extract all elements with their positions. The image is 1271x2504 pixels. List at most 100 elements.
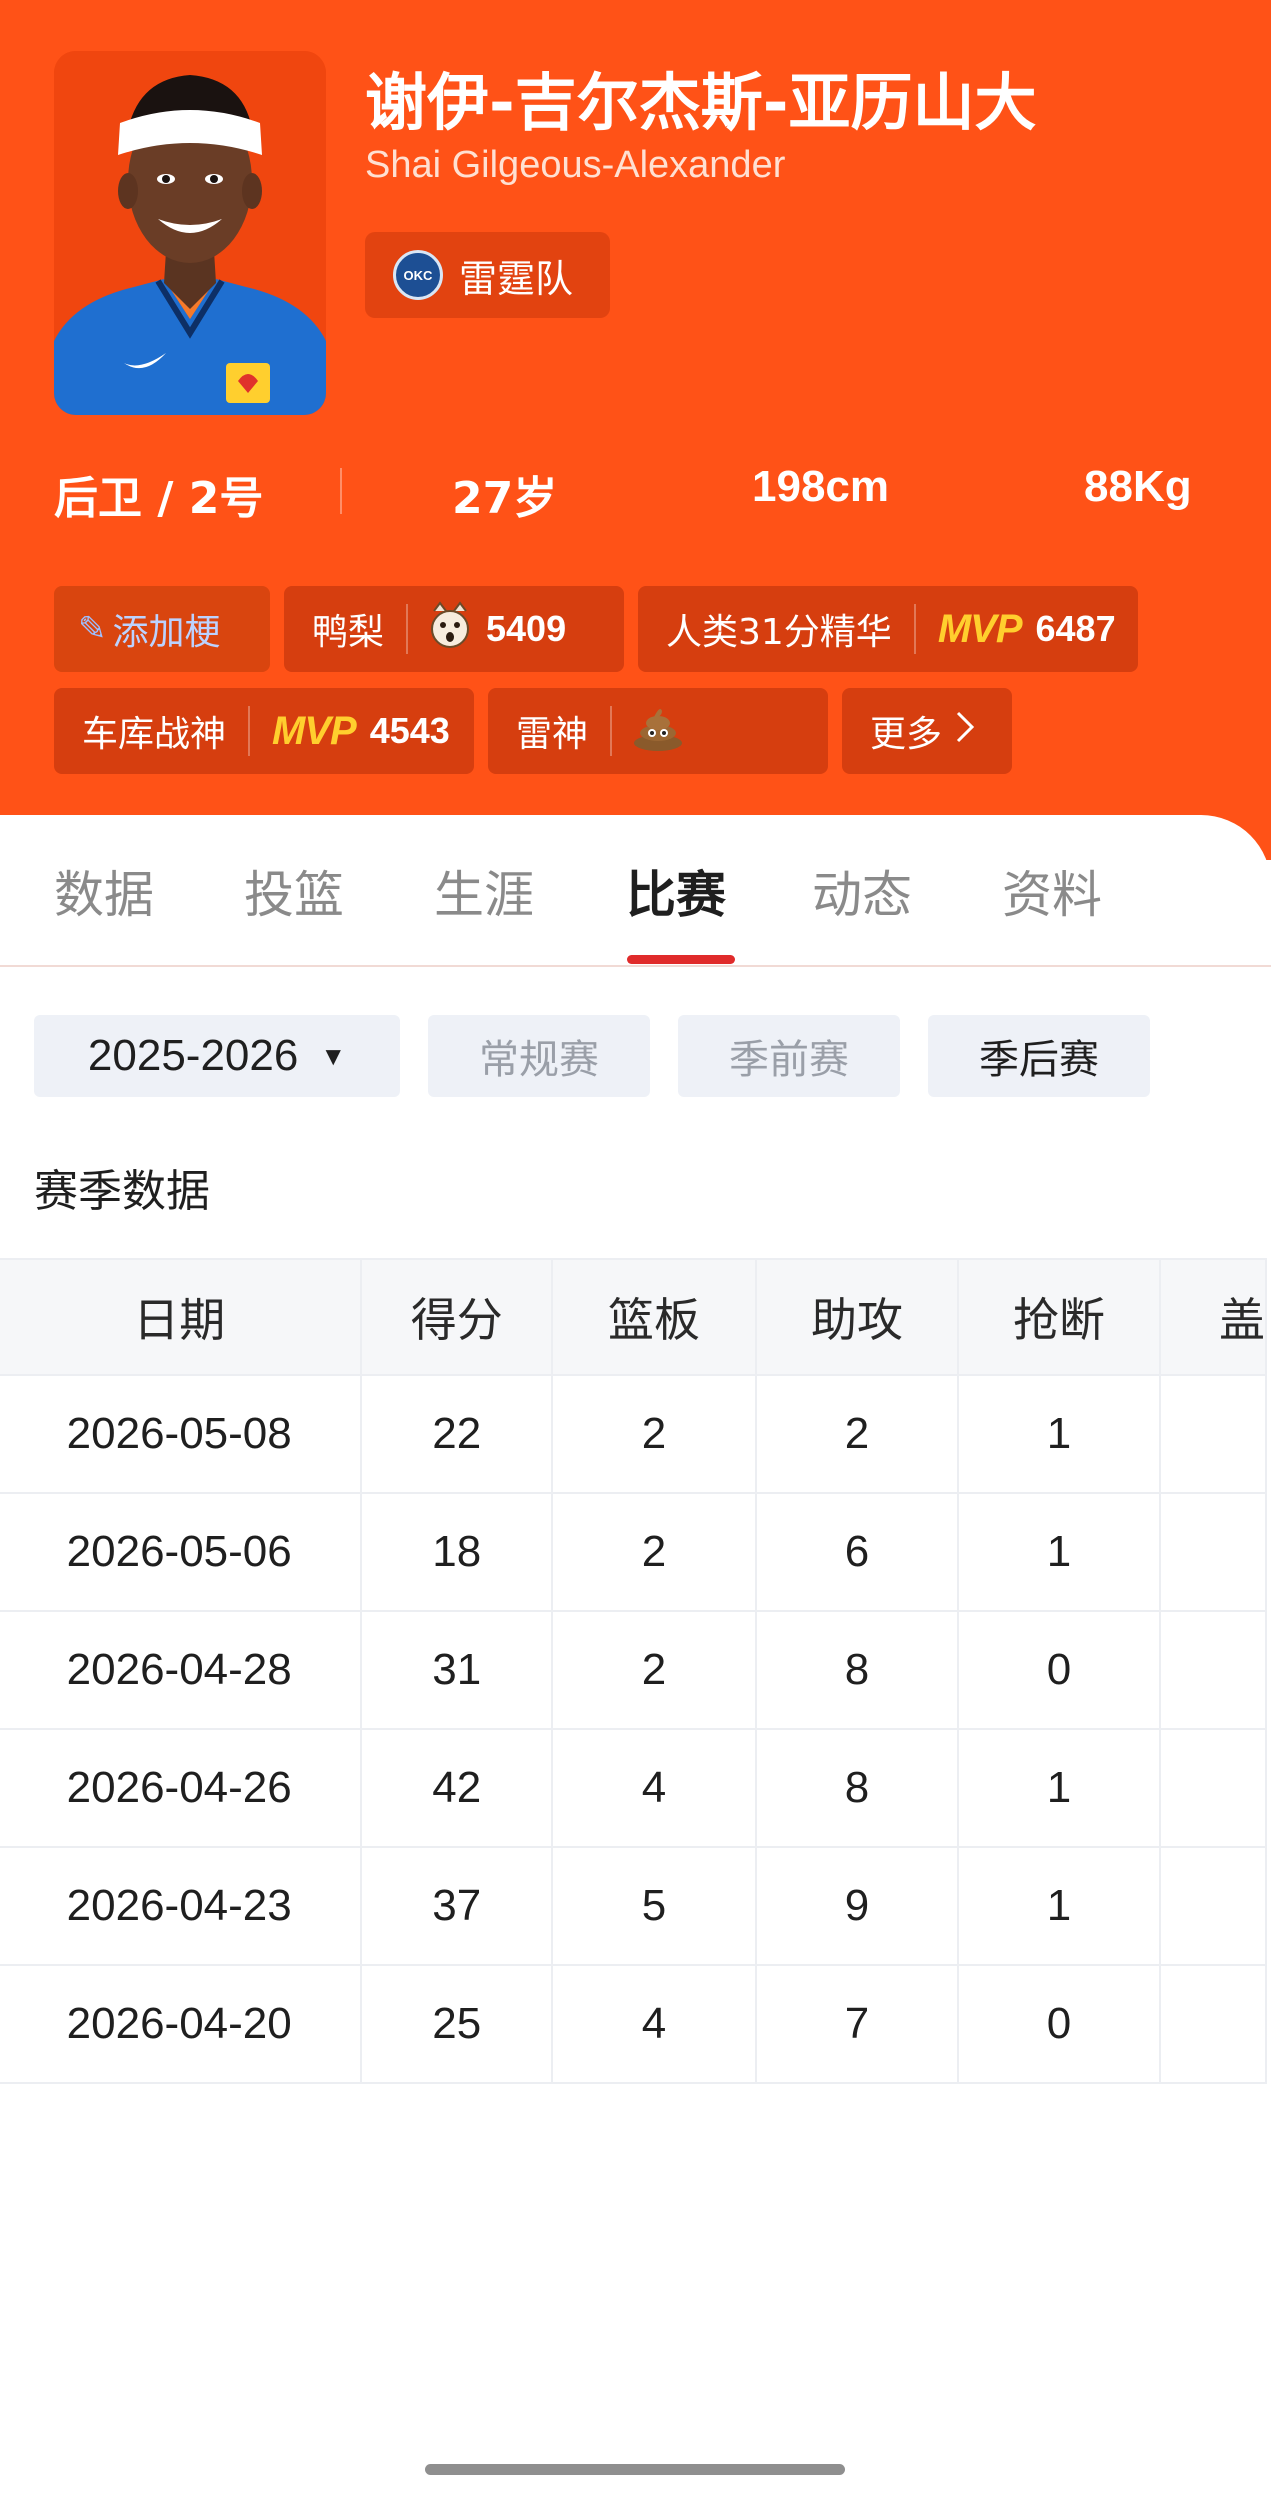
player-age: 27岁 (452, 473, 558, 524)
mvp-icon: MVP (272, 708, 357, 753)
cell-steals: 1 (956, 1846, 1161, 1966)
cell-date: 2026-04-20 (0, 1964, 363, 2084)
cell-assists: 7 (754, 1964, 959, 2084)
cell-steals: 1 (956, 1374, 1161, 1494)
cell-steals: 1 (956, 1728, 1161, 1848)
player-info-row: 后卫 / 2号 27岁 198cm 88Kg (0, 462, 1271, 524)
cell-date: 2026-05-08 (0, 1374, 363, 1494)
position-number: 后卫 / 2号 (54, 473, 264, 524)
cell-steals: 1 (956, 1492, 1161, 1612)
cell-rebounds: 2 (551, 1492, 757, 1612)
more-label: 更多 (870, 714, 943, 755)
pencil-icon: ✎ (78, 609, 107, 649)
filter-playoffs[interactable]: 季后赛 (928, 1015, 1150, 1097)
tag-label: 鸭梨 (312, 612, 385, 653)
tag-item[interactable]: 鸭梨 5409 (284, 586, 624, 672)
cell-blocks (1158, 1610, 1268, 1730)
cell-blocks (1158, 1492, 1268, 1612)
table-row[interactable]: 2026-05-06 18 2 6 1 (0, 1492, 1268, 1612)
cell-rebounds: 4 (551, 1964, 757, 2084)
table-row[interactable]: 2026-04-20 25 4 7 0 (0, 1964, 1268, 2084)
cell-rebounds: 2 (551, 1610, 757, 1730)
cell-date: 2026-04-26 (0, 1728, 363, 1848)
header-date[interactable]: 日期 (0, 1258, 363, 1376)
tag-divider (406, 604, 409, 654)
cell-assists: 8 (754, 1728, 959, 1848)
tab-news[interactable]: 动态 (812, 855, 912, 927)
more-tags-button[interactable]: 更多 (842, 688, 1012, 774)
add-tag-button[interactable]: ✎ 添加梗 (54, 586, 270, 672)
home-indicator[interactable] (425, 2464, 845, 2475)
tab-bar: 数据 投篮 生涯 比赛 动态 资料 (0, 815, 1271, 967)
filter-regular-season[interactable]: 常规赛 (428, 1015, 650, 1097)
cell-steals: 0 (956, 1610, 1161, 1730)
cell-blocks (1158, 1374, 1268, 1494)
cell-assists: 9 (754, 1846, 959, 1966)
tag-divider (913, 604, 916, 654)
cell-rebounds: 4 (551, 1728, 757, 1848)
tag-count: 6487 (1035, 608, 1116, 649)
cell-steals: 0 (956, 1964, 1161, 2084)
cell-date: 2026-04-23 (0, 1846, 363, 1966)
cell-points: 22 (360, 1374, 554, 1494)
team-name: 雷霆队 (459, 256, 574, 301)
header-assists[interactable]: 助攻 (754, 1258, 959, 1376)
tab-profile[interactable]: 资料 (1002, 855, 1102, 927)
cell-points: 25 (360, 1964, 554, 2084)
cell-assists: 2 (754, 1374, 959, 1494)
filter-preseason[interactable]: 季前赛 (678, 1015, 900, 1097)
header-blocks[interactable]: 盖 (1158, 1258, 1268, 1376)
tag-count: 4543 (369, 710, 450, 751)
cell-points: 37 (360, 1846, 554, 1966)
cell-rebounds: 5 (551, 1846, 757, 1966)
tag-divider (610, 706, 613, 756)
header-rebounds[interactable]: 篮板 (551, 1258, 757, 1376)
tag-label: 车库战神 (82, 714, 227, 755)
team-logo-icon: OKC (393, 250, 443, 300)
stats-table: 日期 得分 篮板 助攻 抢断 盖 2026-05-08 22 2 2 1 202… (0, 1258, 1268, 2084)
table-row[interactable]: 2026-04-23 37 5 9 1 (0, 1846, 1268, 1966)
tag-item[interactable]: 车库战神 MVP 4543 (54, 688, 474, 774)
player-header: 谢伊-吉尔杰斯-亚历山大 Shai Gilgeous-Alexander OKC… (0, 0, 1271, 860)
tab-stats[interactable]: 数据 (54, 855, 154, 927)
tab-career[interactable]: 生涯 (434, 855, 534, 927)
player-height: 198cm (752, 462, 890, 511)
info-divider (340, 468, 342, 514)
add-tag-label: 添加梗 (112, 612, 221, 653)
caret-down-icon: ▼ (320, 1040, 347, 1071)
player-name-cn: 谢伊-吉尔杰斯-亚历山大 (365, 66, 1037, 139)
player-name-en: Shai Gilgeous-Alexander (365, 144, 786, 186)
player-photo (54, 51, 326, 415)
header-points[interactable]: 得分 (360, 1258, 554, 1376)
tag-divider (248, 706, 251, 756)
player-weight: 88Kg (1084, 462, 1192, 511)
cell-rebounds: 2 (551, 1374, 757, 1494)
cell-assists: 6 (754, 1492, 959, 1612)
tag-item[interactable]: 人类31分精华 MVP 6487 (638, 586, 1138, 672)
tab-games[interactable]: 比赛 (626, 855, 726, 927)
cell-points: 42 (360, 1728, 554, 1848)
season-select[interactable]: 2025-2026 ▼ (34, 1015, 400, 1097)
header-steals[interactable]: 抢断 (956, 1258, 1161, 1376)
tab-shooting[interactable]: 投篮 (244, 855, 344, 927)
tag-count: 5409 (486, 608, 567, 649)
cell-blocks (1158, 1964, 1268, 2084)
season-value: 2025-2026 (87, 1031, 299, 1080)
cell-date: 2026-05-06 (0, 1492, 363, 1612)
tag-item[interactable]: 雷神 (488, 688, 828, 774)
shocked-face-icon (428, 600, 472, 658)
cell-blocks (1158, 1728, 1268, 1848)
table-header-row: 日期 得分 篮板 助攻 抢断 盖 (0, 1258, 1268, 1376)
active-tab-indicator (627, 955, 735, 964)
table-row[interactable]: 2026-04-26 42 4 8 1 (0, 1728, 1268, 1848)
table-row[interactable]: 2026-04-28 31 2 8 0 (0, 1610, 1268, 1730)
cell-blocks (1158, 1846, 1268, 1966)
tag-label: 雷神 (516, 714, 589, 755)
cell-assists: 8 (754, 1610, 959, 1730)
chevron-right-icon (954, 709, 976, 754)
player-avatar (54, 51, 326, 415)
team-badge[interactable]: OKC 雷霆队 (365, 232, 610, 318)
table-row[interactable]: 2026-05-08 22 2 2 1 (0, 1374, 1268, 1494)
mvp-icon: MVP (937, 606, 1023, 651)
section-title: 赛季数据 (34, 1166, 210, 1217)
